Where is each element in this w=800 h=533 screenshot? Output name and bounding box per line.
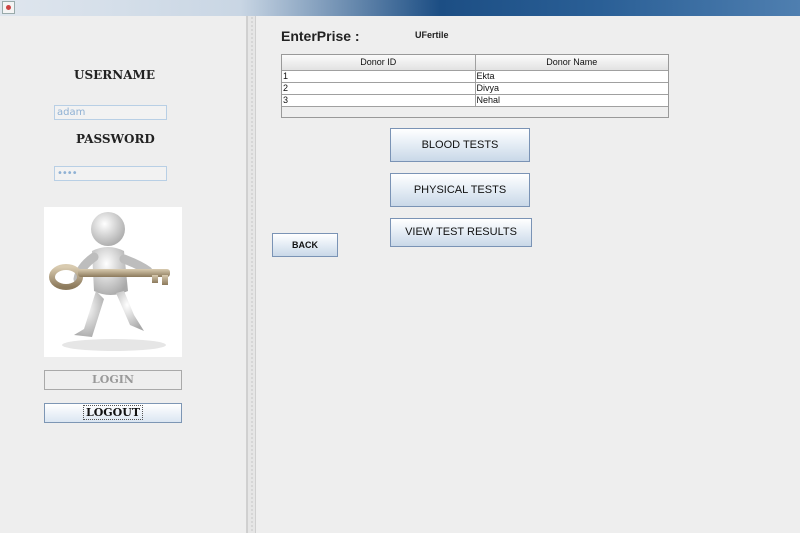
- column-header-donor-id[interactable]: Donor ID: [282, 55, 476, 71]
- donor-id-cell[interactable]: 2: [282, 81, 476, 95]
- donor-name-cell[interactable]: Nehal: [474, 93, 668, 107]
- donor-id-cell[interactable]: 3: [282, 93, 476, 107]
- physical-tests-button[interactable]: PHYSICAL TESTS: [390, 173, 530, 207]
- password-field[interactable]: ••••: [54, 166, 167, 181]
- divider-grip: [251, 16, 253, 533]
- donor-table: Donor ID Donor Name 1 Ekta 2 Divya 3 Neh…: [281, 54, 669, 118]
- java-app-icon: [2, 1, 15, 14]
- login-button[interactable]: LOGIN: [44, 370, 182, 390]
- table-row[interactable]: 2 Divya: [282, 81, 668, 95]
- logout-button-label: LOGOUT: [82, 405, 144, 420]
- enterprise-label: EnterPrise :: [281, 28, 360, 44]
- logout-button[interactable]: LOGOUT: [44, 403, 182, 423]
- password-label: PASSWORD: [76, 132, 155, 146]
- application-window: USERNAME adam PASSWORD •••• LOGIN LOGOUT…: [0, 0, 800, 533]
- username-label: USERNAME: [74, 68, 155, 82]
- title-bar: [0, 0, 800, 16]
- table-row[interactable]: 1 Ekta: [282, 69, 668, 83]
- blood-tests-button[interactable]: BLOOD TESTS: [390, 128, 530, 162]
- column-header-donor-name[interactable]: Donor Name: [474, 55, 668, 71]
- table-row[interactable]: 3 Nehal: [282, 93, 668, 107]
- table-header-row: Donor ID Donor Name: [282, 55, 668, 71]
- donor-id-cell[interactable]: 1: [282, 69, 476, 83]
- split-pane-divider[interactable]: [247, 16, 256, 533]
- donor-name-cell[interactable]: Ekta: [474, 69, 668, 83]
- back-button[interactable]: BACK: [272, 233, 338, 257]
- view-test-results-button[interactable]: VIEW TEST RESULTS: [390, 218, 532, 247]
- enterprise-name: UFertile: [415, 30, 449, 40]
- username-field[interactable]: adam: [54, 105, 167, 120]
- person-holding-key-icon: [44, 207, 182, 357]
- donor-name-cell[interactable]: Divya: [474, 81, 668, 95]
